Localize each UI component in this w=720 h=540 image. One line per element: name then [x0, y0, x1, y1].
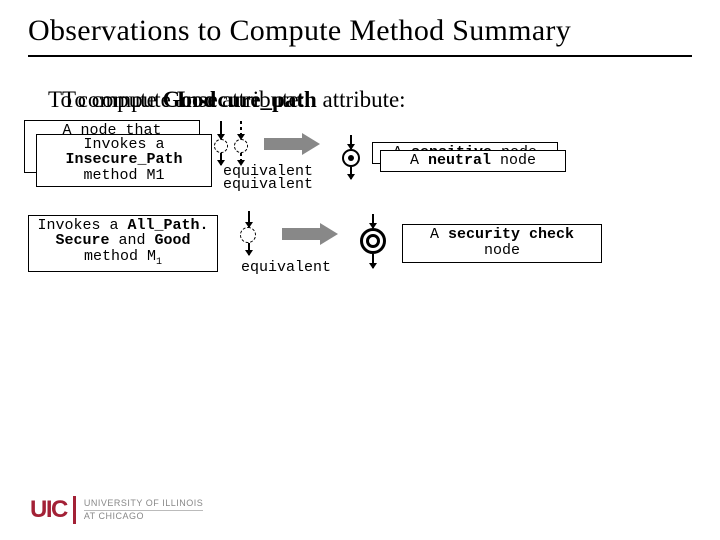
right-box-stack: A sensitive node A neutral node: [376, 146, 562, 170]
mid-1: equivalent equivalent: [210, 121, 326, 193]
edge-icon: [350, 167, 352, 179]
right2-l1: A security check: [409, 227, 595, 244]
arrow-icon: [264, 133, 322, 155]
edge-icon: [248, 243, 250, 255]
subtitle-front: To compute Good attribute:: [48, 87, 305, 113]
row-1: A node that Invokes a bad method M1 Invo…: [28, 123, 692, 193]
subtitle-overlay: To compute Insecure_path attribute: To c…: [48, 87, 692, 117]
equivalent-label: equivalent: [241, 259, 331, 276]
src-front-l1: Invokes a: [39, 137, 209, 153]
edge-icon: [248, 211, 250, 227]
subtitle-front-bold: Good: [163, 87, 217, 112]
subtitle-back-post: attribute:: [317, 87, 406, 112]
src-front-l3: method M1: [39, 168, 209, 184]
mid-1-row-a: [210, 121, 326, 167]
mid-2-row: [228, 211, 344, 257]
edge-icon: [350, 135, 352, 149]
right-box-2: A security check node: [402, 224, 602, 263]
edge-icon: [240, 121, 242, 139]
security-check-node-inner-icon: [366, 234, 380, 248]
subtitle-front-post: attribute:: [216, 87, 305, 112]
edge-icon: [220, 153, 222, 165]
title-rule: [28, 55, 692, 57]
edge-icon: [240, 153, 242, 165]
source-box-stack: A node that Invokes a bad method M1 Invo…: [28, 126, 200, 190]
node-icon: [234, 139, 248, 153]
right2-l2: node: [409, 243, 595, 260]
subtitle-front-pre: To compute: [48, 87, 163, 112]
right-box-front: A neutral node: [380, 150, 566, 173]
slide: Observations to Compute Method Summary T…: [0, 0, 720, 540]
src2-l1: Invokes a All_Path.: [33, 218, 213, 234]
src-front-l2: Insecure_Path: [39, 152, 209, 168]
source-box-front: Invokes a Insecure_Path method M1: [36, 134, 212, 187]
target-graph-2: [352, 214, 396, 272]
edge-icon: [372, 214, 374, 228]
node-icon: [240, 227, 256, 243]
mid-2: equivalent: [228, 211, 344, 276]
source-box-2: Invokes a All_Path. Secure and Good meth…: [28, 215, 218, 272]
slide-title: Observations to Compute Method Summary: [28, 14, 692, 49]
equivalent-label: equivalent: [223, 176, 313, 193]
mini-graph-1a: [210, 121, 254, 167]
edge-icon: [220, 121, 222, 139]
row-2: Invokes a All_Path. Secure and Good meth…: [28, 211, 692, 276]
mini-graph-2: [228, 211, 272, 257]
footer-logo: UIC UNIVERSITY OF ILLINOIS AT CHICAGO: [30, 496, 203, 524]
target-graph-1: [334, 135, 370, 181]
uic-mark: UIC: [30, 496, 76, 524]
edge-icon: [372, 254, 374, 268]
uic-line1: UNIVERSITY OF ILLINOIS: [84, 499, 203, 510]
uic-text: UNIVERSITY OF ILLINOIS AT CHICAGO: [84, 499, 203, 521]
arrow-icon: [282, 223, 340, 245]
src2-l2: Secure and Good: [33, 233, 213, 249]
node-icon: [348, 155, 354, 161]
src2-l3: method M1: [33, 249, 213, 269]
node-icon: [214, 139, 228, 153]
uic-line2: AT CHICAGO: [84, 512, 203, 521]
